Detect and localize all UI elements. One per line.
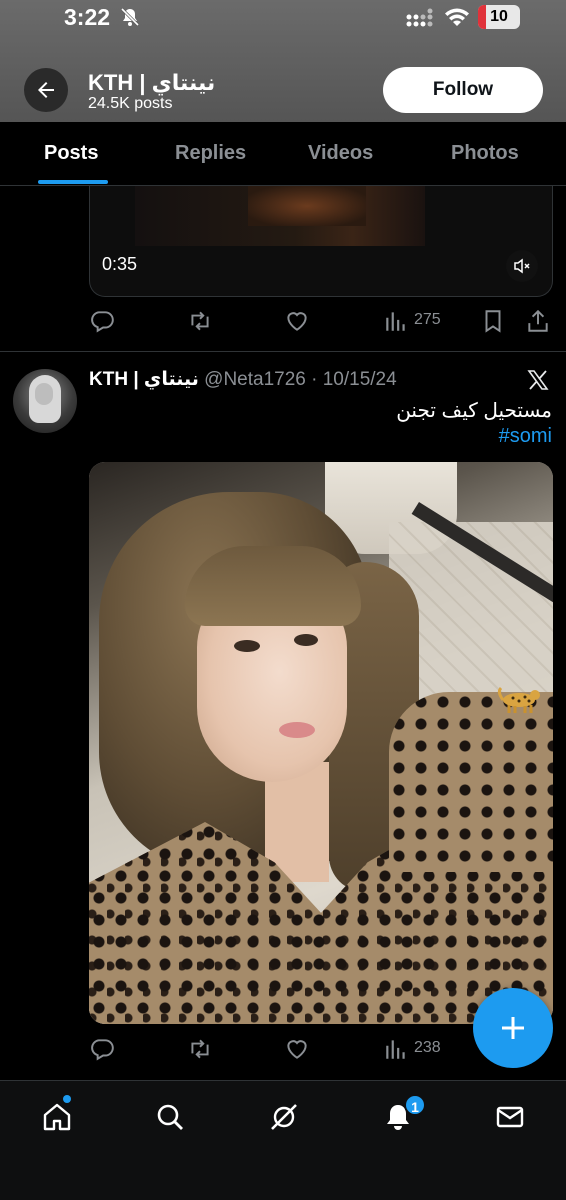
status-bar: 3:22 10 (0, 0, 566, 36)
follow-button[interactable]: Follow (383, 67, 543, 113)
like-icon[interactable] (284, 308, 310, 334)
compose-button[interactable] (473, 988, 553, 1068)
video-frame-highlight (248, 186, 366, 226)
tab-posts[interactable]: Posts (44, 142, 98, 165)
author-handle-date: @Neta1726 · 10/15/24 (204, 369, 397, 390)
retweet-icon[interactable] (187, 1036, 213, 1062)
view-count: 275 (414, 311, 441, 328)
post-divider (0, 351, 566, 352)
hashtag-link[interactable]: #somi (499, 425, 552, 448)
x-logo-icon (527, 370, 549, 390)
bookmark-icon[interactable] (480, 308, 506, 334)
reply-icon[interactable] (89, 308, 115, 334)
like-icon[interactable] (284, 1036, 310, 1062)
photo-eye-right (294, 634, 318, 646)
speaker-muted-icon (514, 258, 530, 274)
wifi-icon (445, 8, 469, 26)
author-name[interactable]: KTH | نينتاي (89, 369, 199, 390)
messages-icon[interactable] (494, 1101, 526, 1133)
tab-videos[interactable]: Videos (308, 142, 373, 165)
video-duration: 0:35 (102, 254, 138, 274)
battery-indicator: 10 (478, 5, 520, 29)
bottom-navigation: 1 (0, 1080, 566, 1200)
views-icon[interactable] (383, 308, 409, 334)
post-photo[interactable] (89, 462, 553, 1024)
profile-tabs: Posts Replies Videos Photos (0, 122, 566, 186)
back-button[interactable] (24, 68, 68, 112)
profile-name: KTH | نينتاي (88, 70, 216, 95)
grok-icon[interactable] (268, 1101, 300, 1133)
photo-leopard-shoulder (389, 692, 553, 872)
retweet-icon[interactable] (187, 308, 213, 334)
photo-eye-left (234, 640, 260, 652)
post-author: KTH | نينتاي @Neta1726 · 10/15/24 (89, 368, 397, 391)
reply-icon[interactable] (89, 1036, 115, 1062)
search-icon[interactable] (154, 1101, 186, 1133)
tab-photos[interactable]: Photos (451, 142, 519, 165)
plus-icon (502, 1017, 524, 1039)
tab-replies[interactable]: Replies (175, 142, 246, 165)
mute-button[interactable] (506, 250, 538, 282)
active-tab-indicator (38, 180, 108, 184)
profile-header: 3:22 10 KTH | نينتاي 24.5K posts Follow (0, 0, 566, 122)
leopard-icon (497, 686, 540, 713)
tweet-text: مستحيل كيف تجنن (396, 400, 552, 422)
photo-bangs (185, 546, 361, 626)
avatar-face (35, 383, 53, 405)
post-count: 24.5K posts (88, 95, 173, 112)
photo-lips (279, 722, 315, 738)
video-player[interactable]: 0:35 (89, 186, 553, 297)
bell-off-icon (120, 7, 140, 27)
avatar[interactable] (13, 369, 77, 433)
arrow-left-icon (38, 82, 54, 98)
views-icon[interactable] (383, 1036, 409, 1062)
notification-badge: 1 (404, 1094, 426, 1116)
view-count: 238 (414, 1039, 441, 1056)
home-icon[interactable] (41, 1101, 73, 1133)
share-icon[interactable] (525, 308, 551, 334)
signal-icon (406, 8, 433, 27)
home-unread-dot (63, 1095, 71, 1103)
status-time: 3:22 (64, 4, 111, 30)
post-actions: 275 (89, 308, 553, 338)
